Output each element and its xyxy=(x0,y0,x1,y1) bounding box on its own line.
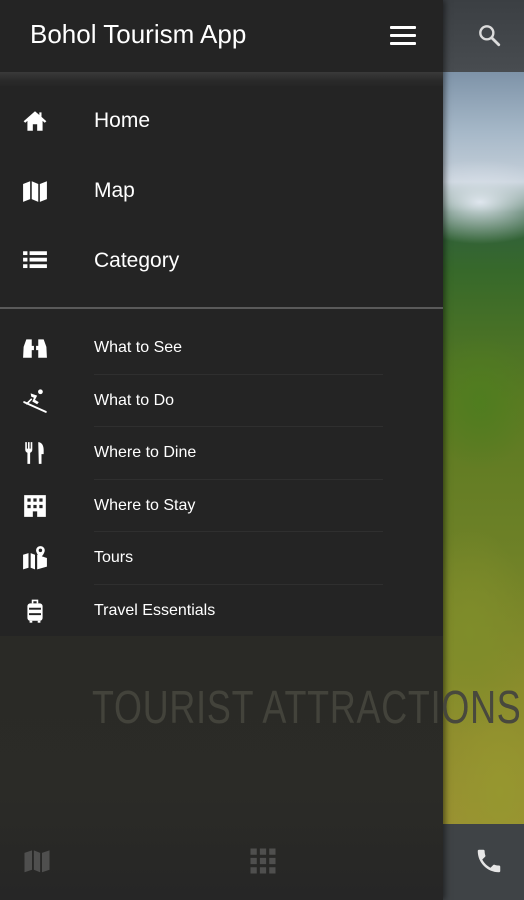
building-icon xyxy=(22,493,48,519)
binoculars-icon xyxy=(22,335,48,361)
menu-item-what-to-do[interactable]: What to Do xyxy=(0,375,443,428)
menu-item-where-to-stay[interactable]: Where to Stay xyxy=(0,480,443,533)
menu-item-map[interactable]: Map xyxy=(0,156,443,226)
menu-item-what-to-see[interactable]: What to See xyxy=(0,322,443,375)
app-title: Bohol Tourism App xyxy=(30,19,247,49)
menu-item-travel-essentials[interactable]: Travel Essentials xyxy=(0,585,443,638)
menu-item-label: Where to Dine xyxy=(94,444,197,461)
main-menu: Home Map Category xyxy=(0,86,443,296)
menu-item-where-to-dine[interactable]: Where to Dine xyxy=(0,427,443,480)
menu-item-label: Map xyxy=(94,179,135,202)
drawer-empty-area xyxy=(0,636,443,900)
luggage-icon xyxy=(22,598,48,624)
menu-toggle-button[interactable] xyxy=(384,20,422,52)
search-icon[interactable] xyxy=(476,22,502,48)
menu-item-label: Tours xyxy=(94,549,134,566)
menu-item-label: Category xyxy=(94,249,180,272)
grid-icon xyxy=(248,846,278,876)
menu-item-label: What to See xyxy=(94,339,183,356)
home-icon xyxy=(22,108,48,134)
menu-divider xyxy=(0,307,443,309)
navigation-drawer: Bohol Tourism App Home Map Category What… xyxy=(0,0,521,900)
map-icon xyxy=(22,846,52,876)
hero-banner-text-behind: TOURIST ATTRACTIONS xyxy=(92,681,522,733)
menu-item-label: Home xyxy=(94,109,151,132)
fork-knife-icon xyxy=(22,440,48,466)
menu-item-category[interactable]: Category xyxy=(0,226,443,296)
menu-item-home[interactable]: Home xyxy=(0,86,443,156)
menu-item-label: Where to Stay xyxy=(94,496,196,514)
map-marker-icon xyxy=(22,545,48,571)
map-icon xyxy=(22,178,48,204)
category-menu: What to See What to Do Where to Dine Whe… xyxy=(0,322,443,637)
skiing-icon xyxy=(22,388,48,414)
list-icon xyxy=(22,248,48,274)
header-divider xyxy=(0,72,443,86)
drawer-header: Bohol Tourism App xyxy=(0,0,443,72)
menu-item-label: What to Do xyxy=(94,391,175,409)
menu-item-label: Travel Essentials xyxy=(94,601,216,619)
menu-item-tours[interactable]: Tours xyxy=(0,532,443,585)
phone-icon[interactable] xyxy=(474,846,504,876)
